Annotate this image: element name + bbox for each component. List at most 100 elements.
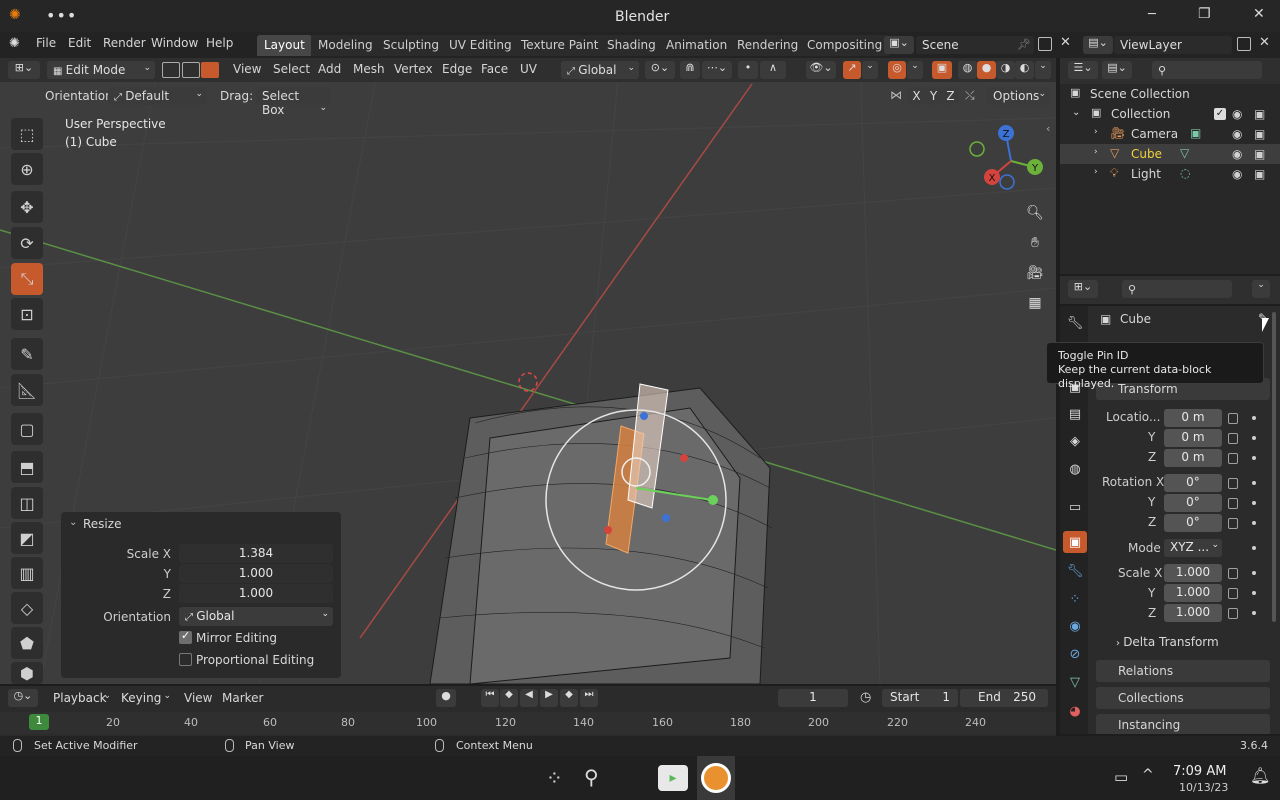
clock-icon[interactable]: ◷ [860, 690, 871, 705]
jump-start-button[interactable]: ⏮︎ [481, 689, 499, 707]
tool-tab-icon[interactable]: 🔧︎ [1063, 312, 1087, 334]
proportional-edit-button[interactable]: • [738, 61, 758, 79]
camera-render-icon[interactable]: ▣ [1254, 107, 1265, 121]
viewlayer-name-field[interactable]: ViewLayer [1114, 36, 1232, 54]
tab-compositing[interactable]: Compositing [800, 35, 890, 56]
output-tab-icon[interactable]: ▤ [1063, 403, 1087, 425]
mode-dropdown[interactable]: ▦ Edit Mode ⌄ [47, 61, 155, 79]
proportional-editing-checkbox[interactable] [179, 653, 192, 666]
axis-x-toggle[interactable]: X [908, 87, 925, 105]
lock-icon[interactable] [1228, 478, 1238, 489]
keyframe-dot-icon[interactable] [1252, 546, 1256, 550]
new-scene-icon[interactable] [1038, 37, 1052, 51]
expand-arrow-icon[interactable]: › [1094, 167, 1098, 177]
viewlayer-selector-button[interactable]: ▤⌄ [1083, 36, 1113, 54]
mirror-editing-checkbox[interactable]: ✓ [179, 629, 192, 644]
menu-face[interactable]: Face [481, 62, 508, 76]
clock-time[interactable]: 7:09 AM [1173, 764, 1226, 779]
camera-view-icon[interactable]: 🎥︎ [1022, 260, 1048, 286]
keyframe-dot-icon[interactable] [1252, 456, 1256, 460]
vertex-select-icon[interactable] [162, 62, 180, 78]
proportional-falloff-button[interactable]: ∧ [760, 61, 786, 79]
auto-merge-icon[interactable]: ⤯ [965, 88, 975, 103]
perspective-grid-icon[interactable]: ▦ [1022, 290, 1048, 316]
sidebar-collapse-icon[interactable]: ‹ [1046, 122, 1050, 135]
keyframe-dot-icon[interactable] [1252, 501, 1256, 505]
pan-hand-icon[interactable]: ✋︎ [1022, 230, 1048, 256]
prev-keyframe-button[interactable]: ◆ [500, 689, 518, 707]
display-mode-button[interactable]: ▤⌄ [1102, 61, 1132, 79]
collection-tab-icon[interactable]: ▭ [1063, 496, 1087, 518]
scale-tool[interactable]: ⤡ [11, 263, 43, 295]
constraints-tab-icon[interactable]: ⊘ [1063, 643, 1087, 665]
menu-edge[interactable]: Edge [442, 62, 472, 76]
extrude-tool[interactable]: ⬒ [11, 451, 43, 483]
collections-panel-header[interactable]: Collections [1096, 687, 1270, 709]
select-box-tool[interactable]: ⬚ [11, 118, 43, 150]
launcher-icon[interactable]: ⁘ [546, 766, 563, 790]
scale-z-prop-field[interactable]: 1.000 [1164, 604, 1222, 622]
menu-help[interactable]: Help [206, 36, 233, 50]
tab-rendering[interactable]: Rendering [730, 35, 806, 56]
keyframe-dot-icon[interactable] [1252, 436, 1256, 440]
spin-tool[interactable]: ⬢ [11, 662, 43, 684]
cursor-tool[interactable]: ⊕ [11, 153, 43, 185]
current-frame-field[interactable]: 1 [778, 689, 848, 707]
xray-toggle-button[interactable]: ▣ [932, 61, 952, 79]
timeline[interactable]: ◷⌄ Playback ⌄ Keying ⌄ View Marker ● ⏮︎ ◆ … [0, 686, 1056, 736]
move-tool[interactable]: ✥ [11, 191, 43, 223]
outliner-row-camera[interactable]: › 🎥︎ Camera ▣ ◉ ▣ [1060, 124, 1280, 144]
tab-shading[interactable]: Shading [600, 35, 663, 56]
tab-sculpting[interactable]: Sculpting [376, 35, 447, 56]
close-button[interactable]: ✕ [1253, 6, 1265, 22]
blender-taskbar-icon[interactable] [697, 756, 735, 800]
rotation-z-field[interactable]: 0° [1164, 514, 1222, 532]
menu-view[interactable]: View [233, 62, 261, 76]
playback-menu[interactable]: Playback ⌄ [47, 689, 113, 707]
location-x-field[interactable]: 0 m [1164, 409, 1222, 427]
keyframe-dot-icon[interactable] [1252, 611, 1256, 615]
keyframe-dot-icon[interactable] [1252, 416, 1256, 420]
menu-mesh[interactable]: Mesh [353, 62, 385, 76]
rotation-mode-dropdown[interactable]: XYZ ... ⌄ [1164, 539, 1222, 557]
timeline-view-menu[interactable]: View [184, 691, 212, 705]
gizmo-toggle-button[interactable]: ↗ [843, 61, 861, 79]
relations-panel-header[interactable]: Relations [1096, 660, 1270, 682]
lock-icon[interactable] [1228, 608, 1238, 619]
play-reverse-button[interactable]: ◀ [520, 689, 538, 707]
poly-build-tool[interactable]: ⬟ [11, 627, 43, 659]
properties-options-button[interactable]: ⌄ [1252, 280, 1270, 298]
expand-arrow-icon[interactable]: › [1094, 127, 1098, 137]
lock-icon[interactable] [1228, 498, 1238, 509]
measure-tool[interactable]: 📐︎ [11, 374, 43, 406]
data-tab-icon[interactable]: ▽ [1063, 671, 1087, 693]
jump-end-button[interactable]: ⏭︎ [580, 689, 598, 707]
inset-tool[interactable]: ◫ [11, 487, 43, 519]
end-frame-field[interactable]: End 250 [960, 689, 1048, 707]
taskbar-search-icon[interactable]: ⚲ [584, 765, 599, 789]
lock-icon[interactable] [1228, 413, 1238, 424]
axis-y-toggle[interactable]: Y [925, 87, 942, 105]
outliner-search-input[interactable]: ⚲ [1152, 61, 1262, 79]
next-keyframe-button[interactable]: ◆ [560, 689, 578, 707]
visibility-button[interactable]: 👁︎⌄ [806, 61, 836, 79]
drag-dropdown[interactable]: Select Box ⌄ [256, 87, 331, 117]
menu-render[interactable]: Render [103, 36, 146, 50]
record-button[interactable]: ● [436, 689, 456, 707]
outliner-editor-type-button[interactable]: ☰⌄ [1068, 61, 1098, 79]
outliner-row-light[interactable]: › 💡︎ Light ◌ ◉ ▣ [1060, 164, 1280, 184]
material-shading-button[interactable]: ◑ [996, 61, 1015, 79]
scene-tab-icon[interactable]: ◈ [1063, 430, 1087, 452]
checkbox-icon[interactable]: ✓ [1214, 108, 1226, 120]
rotation-y-field[interactable]: 0° [1164, 494, 1222, 512]
outliner-row-collection[interactable]: ⌄ ▣ Collection ✓ ◉ ▣ [1060, 104, 1280, 124]
outliner-row-scene-collection[interactable]: ▣ Scene Collection [1060, 84, 1280, 104]
expand-arrow-icon[interactable]: ⌄ [1072, 107, 1080, 118]
network-icon[interactable]: ▭ [1114, 768, 1128, 786]
timeline-marker-menu[interactable]: Marker [222, 691, 263, 705]
rendered-shading-button[interactable]: ◐ [1015, 61, 1034, 79]
scale-y-field[interactable]: 1.000 [179, 564, 333, 583]
lock-icon[interactable] [1228, 453, 1238, 464]
edge-select-icon[interactable] [182, 62, 200, 78]
eye-icon[interactable]: ◉ [1232, 167, 1242, 181]
